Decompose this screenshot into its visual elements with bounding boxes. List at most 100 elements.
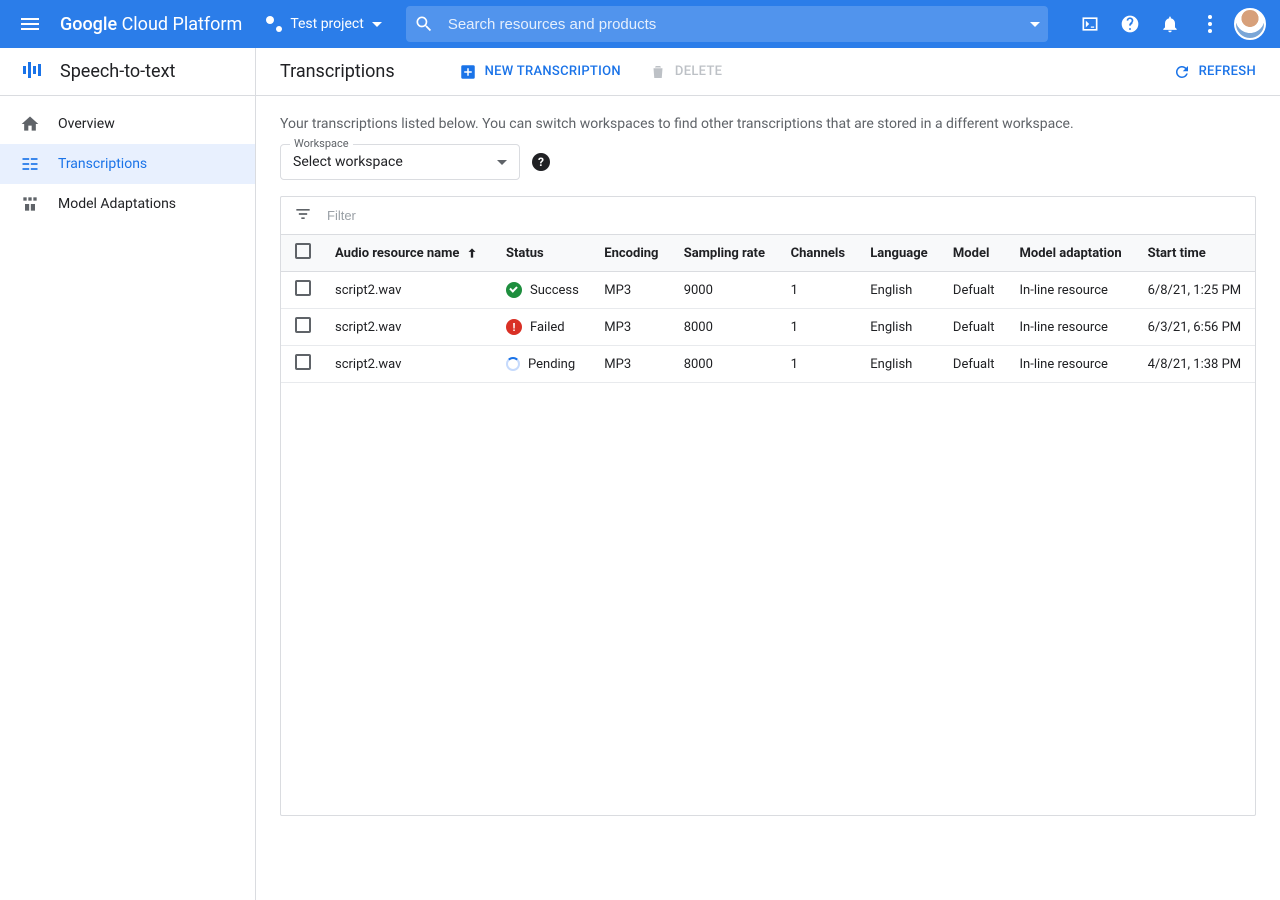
sidebar-item-label: Transcriptions [58, 156, 147, 172]
col-sampling[interactable]: Sampling rate [672, 235, 779, 272]
workspace-select-value: Select workspace [293, 154, 403, 170]
avatar [1234, 8, 1266, 40]
row-checkbox[interactable] [295, 280, 311, 296]
home-icon [20, 114, 40, 134]
caret-down-icon [497, 160, 507, 165]
sidebar-item-model-adaptations[interactable]: Model Adaptations [0, 184, 255, 224]
table-row[interactable]: script2.wav!FailedMP380001EnglishDefualt… [281, 309, 1255, 346]
refresh-label: REFRESH [1199, 64, 1256, 79]
cell-start: 4/8/21, 1:38 PM [1136, 346, 1255, 383]
cell-sampling: 8000 [672, 346, 779, 383]
select-all-checkbox[interactable] [295, 243, 311, 259]
col-start[interactable]: Start time [1136, 235, 1255, 272]
cell-encoding: MP3 [592, 309, 671, 346]
sidebar-nav: Overview Transcriptions Model Adaptation… [0, 96, 255, 224]
cell-name: script2.wav [323, 309, 494, 346]
col-audio-name[interactable]: Audio resource name [323, 235, 494, 272]
table-row[interactable]: script2.wavSuccessMP390001EnglishDefualt… [281, 272, 1255, 309]
pending-spinner-icon [506, 357, 520, 371]
cell-model: Defualt [941, 272, 1008, 309]
search-bar[interactable] [406, 6, 1048, 42]
cell-channels: 1 [779, 346, 859, 383]
notifications-button[interactable] [1152, 6, 1188, 42]
help-button[interactable] [1112, 6, 1148, 42]
filter-input[interactable] [325, 207, 1243, 224]
workspace-select[interactable]: Workspace Select workspace [280, 144, 520, 180]
bell-icon [1160, 14, 1180, 34]
cell-name: script2.wav [323, 272, 494, 309]
col-adaptation[interactable]: Model adaptation [1008, 235, 1136, 272]
sidebar-item-label: Model Adaptations [58, 196, 176, 212]
col-channels[interactable]: Channels [779, 235, 859, 272]
transcriptions-table: Audio resource name Status Encoding Samp… [280, 196, 1256, 816]
table-header-row: Audio resource name Status Encoding Samp… [281, 235, 1255, 272]
search-icon [414, 14, 434, 34]
search-dropdown-icon[interactable] [1030, 22, 1040, 27]
top-bar: Google Cloud Platform Test project [0, 0, 1280, 48]
cell-channels: 1 [779, 272, 859, 309]
cell-channels: 1 [779, 309, 859, 346]
page-description: Your transcriptions listed below. You ca… [280, 116, 1256, 132]
cell-language: English [858, 272, 941, 309]
search-input[interactable] [446, 15, 1018, 34]
trash-icon [649, 63, 667, 81]
refresh-icon [1173, 63, 1191, 81]
row-checkbox[interactable] [295, 354, 311, 370]
cell-adaptation: In-line resource [1008, 346, 1136, 383]
cell-model: Defualt [941, 309, 1008, 346]
cell-status: Success [494, 272, 592, 309]
hamburger-icon [21, 18, 39, 30]
col-model[interactable]: Model [941, 235, 1008, 272]
speech-to-text-icon [20, 58, 44, 86]
product-title: Speech-to-text [60, 61, 175, 82]
sidebar-item-overview[interactable]: Overview [0, 104, 255, 144]
cell-status: Pending [494, 346, 592, 383]
page-header: Transcriptions NEW TRANSCRIPTION DELETE … [256, 48, 1280, 96]
project-name: Test project [290, 16, 364, 32]
add-box-icon [459, 63, 477, 81]
transcriptions-icon [20, 154, 40, 174]
filter-bar[interactable] [281, 197, 1255, 235]
account-button[interactable] [1232, 6, 1268, 42]
main-content: Transcriptions NEW TRANSCRIPTION DELETE … [256, 48, 1280, 900]
caret-down-icon [372, 22, 382, 27]
cell-adaptation: In-line resource [1008, 309, 1136, 346]
sidebar-item-transcriptions[interactable]: Transcriptions [0, 144, 255, 184]
model-adaptations-icon [20, 194, 40, 214]
table-row[interactable]: script2.wavPendingMP380001EnglishDefualt… [281, 346, 1255, 383]
new-transcription-button[interactable]: NEW TRANSCRIPTION [459, 63, 621, 81]
new-transcription-label: NEW TRANSCRIPTION [485, 64, 621, 79]
cell-start: 6/8/21, 1:25 PM [1136, 272, 1255, 309]
cell-start: 6/3/21, 6:56 PM [1136, 309, 1255, 346]
cell-encoding: MP3 [592, 346, 671, 383]
col-language[interactable]: Language [858, 235, 941, 272]
more-button[interactable] [1192, 6, 1228, 42]
sort-asc-icon [465, 246, 479, 261]
more-vert-icon [1208, 15, 1212, 33]
platform-logo[interactable]: Google Cloud Platform [60, 14, 242, 35]
success-icon [506, 282, 522, 298]
workspace-select-label: Workspace [290, 137, 353, 150]
col-status[interactable]: Status [494, 235, 592, 272]
page-title: Transcriptions [280, 61, 395, 82]
row-checkbox[interactable] [295, 317, 311, 333]
cloud-shell-icon [1080, 14, 1100, 34]
cell-language: English [858, 309, 941, 346]
sidebar: Speech-to-text Overview Transcriptions M… [0, 48, 256, 900]
cell-status: !Failed [494, 309, 592, 346]
cell-name: script2.wav [323, 346, 494, 383]
filter-icon [293, 204, 313, 228]
refresh-button[interactable]: REFRESH [1173, 63, 1256, 81]
sidebar-item-label: Overview [58, 116, 115, 132]
error-icon: ! [506, 319, 522, 335]
cell-model: Defualt [941, 346, 1008, 383]
project-icon [266, 16, 282, 32]
project-picker[interactable]: Test project [266, 16, 382, 32]
cloud-shell-button[interactable] [1072, 6, 1108, 42]
delete-label: DELETE [675, 64, 722, 79]
cell-sampling: 8000 [672, 309, 779, 346]
col-encoding[interactable]: Encoding [592, 235, 671, 272]
nav-menu-button[interactable] [12, 6, 48, 42]
workspace-help-button[interactable]: ? [532, 153, 550, 171]
cell-sampling: 9000 [672, 272, 779, 309]
